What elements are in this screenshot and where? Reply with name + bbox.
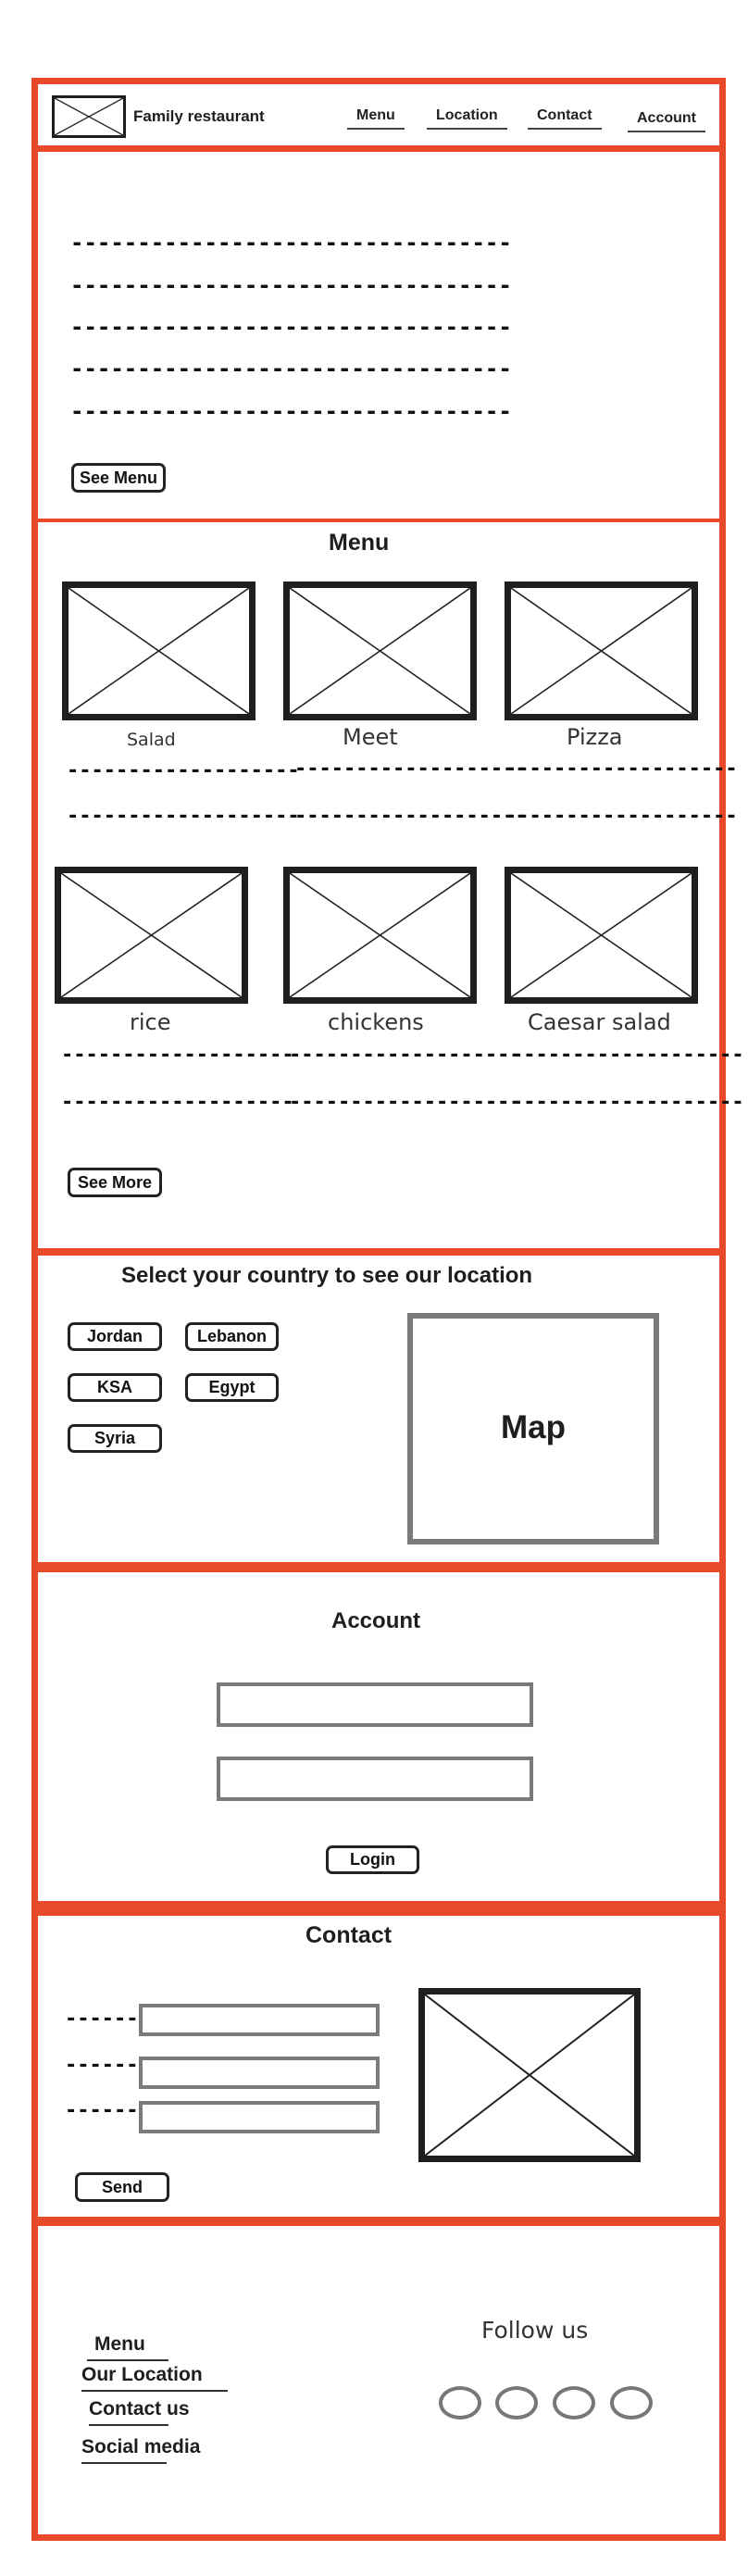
- dish-desc-line: -------------------: [511, 1044, 744, 1067]
- nav-link-account[interactable]: Account: [628, 110, 705, 132]
- site-title: Family restaurant: [133, 107, 265, 125]
- dish-image-pizza[interactable]: [505, 581, 698, 720]
- account-title: Account: [331, 1608, 420, 1633]
- dish-desc-line: -------------------: [505, 805, 738, 828]
- country-button-lebanon[interactable]: Lebanon: [185, 1322, 279, 1351]
- contact-title: Contact: [305, 1922, 393, 1948]
- footer-link-contact-us[interactable]: Contact us: [89, 2398, 190, 2420]
- follow-us-heading: Follow us: [481, 2317, 589, 2344]
- logo-placeholder[interactable]: [52, 95, 126, 138]
- dish-desc-line: -------------------: [61, 1044, 294, 1067]
- dish-name: rice: [130, 1009, 171, 1035]
- dish-desc-line: -------------------: [67, 759, 300, 782]
- login-button[interactable]: Login: [326, 1845, 419, 1874]
- dish-name: Salad: [127, 730, 176, 750]
- dish-desc-line: -------------------: [294, 757, 528, 781]
- country-button-syria[interactable]: Syria: [68, 1424, 162, 1453]
- map-label: Map: [501, 1409, 566, 1445]
- password-field[interactable]: [217, 1757, 533, 1801]
- dish-image-chickens[interactable]: [283, 867, 477, 1004]
- dish-desc-line: -------------------: [67, 805, 300, 828]
- contact-field-label: ------: [65, 2054, 139, 2077]
- hero-text-line: ---------------------------------: [70, 398, 512, 424]
- location-title: Select your country to see our location: [121, 1263, 533, 1288]
- dish-image-salad[interactable]: [62, 581, 256, 720]
- nav-link-location[interactable]: Location: [427, 107, 507, 130]
- see-menu-button[interactable]: See Menu: [71, 463, 166, 493]
- contact-email-field[interactable]: [139, 2057, 380, 2089]
- hero-text-line: ---------------------------------: [70, 356, 512, 381]
- contact-field-label: ------: [65, 2007, 139, 2031]
- hero-text-line: ---------------------------------: [70, 314, 512, 340]
- social-icon[interactable]: [553, 2386, 595, 2420]
- footer-link-our-location[interactable]: Our Location: [81, 2364, 203, 2386]
- footer-link-social-media[interactable]: Social media: [81, 2436, 200, 2458]
- dish-desc-line: -------------------: [511, 1091, 744, 1114]
- footer-link-menu[interactable]: Menu: [94, 2333, 145, 2356]
- dish-desc-line: -------------------: [61, 1091, 294, 1114]
- footer-link-underline: [89, 2424, 168, 2426]
- menu-title: Menu: [329, 530, 390, 556]
- dish-name: Caesar salad: [528, 1009, 671, 1035]
- footer-link-underline: [87, 2359, 168, 2361]
- country-button-jordan[interactable]: Jordan: [68, 1322, 162, 1351]
- nav-link-contact[interactable]: Contact: [528, 107, 602, 130]
- see-more-button[interactable]: See More: [68, 1168, 162, 1197]
- send-button[interactable]: Send: [75, 2172, 169, 2202]
- footer-link-underline: [81, 2462, 167, 2464]
- hero-text-line: ---------------------------------: [70, 272, 512, 298]
- social-icon[interactable]: [610, 2386, 653, 2420]
- dish-desc-line: -------------------: [289, 1044, 522, 1067]
- contact-name-field[interactable]: [139, 2004, 380, 2036]
- country-button-egypt[interactable]: Egypt: [185, 1373, 279, 1402]
- dish-desc-line: -------------------: [294, 805, 528, 828]
- dish-desc-line: -------------------: [505, 757, 738, 781]
- dish-desc-line: -------------------: [289, 1091, 522, 1114]
- contact-message-field[interactable]: [139, 2101, 380, 2133]
- social-icon[interactable]: [495, 2386, 538, 2420]
- dish-name: Meet: [343, 724, 398, 750]
- dish-name: Pizza: [567, 724, 623, 750]
- dish-image-caesar-salad[interactable]: [505, 867, 698, 1004]
- social-icon[interactable]: [439, 2386, 481, 2420]
- dish-image-meet[interactable]: [283, 581, 477, 720]
- dish-image-rice[interactable]: [55, 867, 248, 1004]
- country-button-ksa[interactable]: KSA: [68, 1373, 162, 1402]
- nav-link-menu[interactable]: Menu: [347, 107, 405, 130]
- contact-field-label: ------: [65, 2099, 139, 2122]
- footer-link-underline: [81, 2390, 228, 2392]
- dish-name: chickens: [328, 1009, 424, 1035]
- contact-image-placeholder[interactable]: [418, 1988, 641, 2162]
- location-map[interactable]: Map: [407, 1313, 659, 1544]
- hero-text-line: ---------------------------------: [70, 230, 512, 256]
- username-field[interactable]: [217, 1682, 533, 1727]
